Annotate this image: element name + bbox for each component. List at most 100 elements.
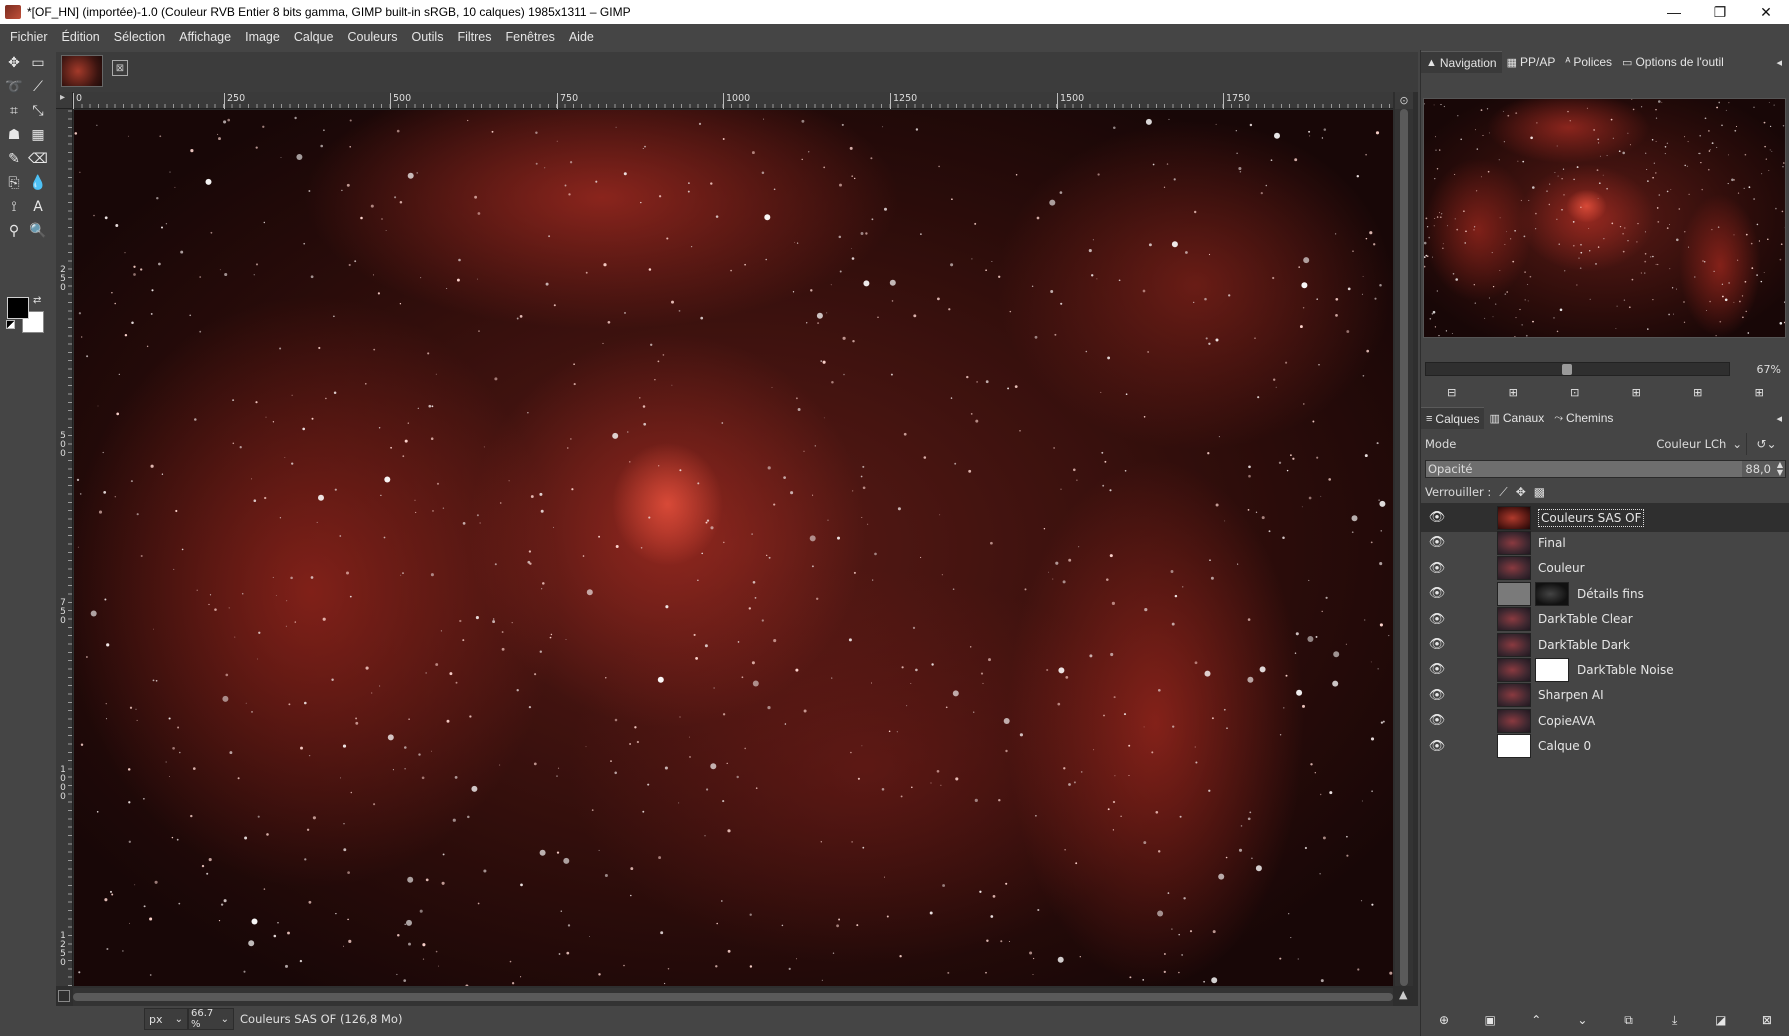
layer-name[interactable]: DarkTable Noise [1577, 663, 1674, 677]
close-image-tab-icon[interactable]: ⊠ [112, 60, 128, 76]
layer-thumbnail[interactable] [1497, 632, 1531, 657]
layer-name[interactable]: Couleurs SAS OF [1538, 508, 1645, 527]
foreground-color-swatch[interactable] [7, 297, 29, 319]
layer-name[interactable]: DarkTable Clear [1538, 612, 1633, 626]
gradient-tool-icon[interactable]: ▦ [27, 124, 49, 146]
zoom-tool-icon[interactable]: 🔍 [27, 220, 49, 242]
menu-couleurs[interactable]: Couleurs [340, 30, 404, 44]
transform-tool-icon[interactable]: ⤡ [27, 100, 49, 122]
layer-thumbnail[interactable] [1497, 657, 1531, 682]
swap-colors-icon[interactable]: ⇄ [33, 295, 41, 306]
new-layer-icon[interactable]: ⊕ [1434, 1010, 1454, 1030]
menu-aide[interactable]: Aide [562, 30, 601, 44]
layer-mask-thumbnail[interactable] [1535, 657, 1569, 682]
tab-calques[interactable]: ≡ Calques [1421, 407, 1485, 429]
eye-visibility-icon[interactable]: 👁 [1427, 586, 1447, 601]
link-toggle[interactable] [1457, 688, 1477, 702]
menu-affichage[interactable]: Affichage [172, 30, 238, 44]
duplicate-layer-icon[interactable]: ⧉ [1619, 1010, 1639, 1030]
navigation-preview[interactable] [1423, 98, 1786, 338]
layer-name[interactable]: Couleur [1538, 561, 1585, 575]
layer-thumbnail[interactable] [1497, 708, 1531, 733]
composite-mode-button[interactable]: ↺⌄ [1746, 433, 1786, 455]
rect-select-tool-icon[interactable]: ▭ [27, 52, 49, 74]
layer-thumbnail[interactable] [1497, 556, 1531, 581]
image-tab-thumbnail[interactable] [61, 55, 103, 87]
menu-selection[interactable]: Sélection [107, 30, 172, 44]
eye-visibility-icon[interactable]: 👁 [1427, 662, 1447, 677]
navigate-icon[interactable]: ▲ [1399, 988, 1407, 1001]
layer-thumbnail[interactable] [1497, 683, 1531, 708]
horizontal-ruler[interactable]: 0 250 500 750 1000 1250 1500 1750 [72, 92, 1393, 109]
layer-name[interactable]: Détails fins [1577, 587, 1644, 601]
menu-outils[interactable]: Outils [405, 30, 451, 44]
layer-name[interactable]: DarkTable Dark [1538, 638, 1630, 652]
paths-tool-icon[interactable]: ⟟ [3, 196, 25, 218]
horizontal-scrollbar[interactable] [73, 988, 1393, 1006]
zoom-select[interactable]: 66.7 % ⌄ [188, 1008, 234, 1030]
eye-visibility-icon[interactable]: 👁 [1427, 739, 1447, 754]
zoom-out-icon[interactable]: ⊟ [1443, 383, 1461, 401]
opacity-slider[interactable]: Opacité 88,0 ▲ ▼ [1425, 460, 1786, 478]
maximize-button[interactable]: ❐ [1697, 0, 1743, 24]
layer-row[interactable]: 👁 Calque 0 [1421, 732, 1789, 761]
layer-name[interactable]: Final [1538, 536, 1566, 550]
eye-visibility-icon[interactable]: 👁 [1427, 535, 1447, 550]
lock-position-icon[interactable]: ✥ [1516, 485, 1526, 499]
menu-fenetres[interactable]: Fenêtres [498, 30, 561, 44]
layer-mask-thumbnail[interactable] [1535, 581, 1569, 606]
link-toggle[interactable] [1457, 663, 1477, 677]
layer-thumbnail[interactable] [1497, 530, 1531, 555]
add-mask-icon[interactable]: ◪ [1711, 1010, 1731, 1030]
unit-select[interactable]: px ⌄ [144, 1008, 188, 1030]
lasso-tool-icon[interactable]: ➰ [3, 76, 25, 98]
layer-name[interactable]: CopieAVA [1538, 714, 1595, 728]
dock-menu-icon[interactable]: ◂ [1776, 412, 1782, 425]
fuzzy-select-tool-icon[interactable]: ⟋ [27, 76, 49, 98]
minimize-button[interactable]: — [1651, 0, 1697, 24]
merge-down-icon[interactable]: ⤓ [1665, 1010, 1685, 1030]
new-group-icon[interactable]: ▣ [1480, 1010, 1500, 1030]
image-canvas[interactable] [74, 110, 1393, 986]
zoom-slider-handle[interactable] [1561, 364, 1572, 375]
eye-visibility-icon[interactable]: 👁 [1427, 637, 1447, 652]
eye-visibility-icon[interactable]: 👁 [1427, 561, 1447, 576]
horizontal-scroll-thumb[interactable] [73, 993, 1393, 1001]
fit-image-icon[interactable]: ⊞ [1627, 383, 1645, 401]
tab-pp-ap[interactable]: ▦ PP/AP [1502, 51, 1561, 73]
tab-canaux[interactable]: ▥ Canaux [1484, 407, 1549, 429]
shrink-wrap-icon[interactable]: ⊞ [1750, 383, 1768, 401]
move-tool-icon[interactable]: ✥ [3, 52, 25, 74]
quick-mask-toggle[interactable] [58, 990, 70, 1002]
eye-visibility-icon[interactable]: 👁 [1427, 713, 1447, 728]
vertical-scroll-thumb[interactable] [1400, 109, 1408, 986]
paintbrush-tool-icon[interactable]: ✎ [3, 148, 25, 170]
layer-name[interactable]: Calque 0 [1538, 739, 1591, 753]
layer-name[interactable]: Sharpen AI [1538, 688, 1604, 702]
reset-colors-icon[interactable] [6, 320, 15, 329]
lock-pixels-icon[interactable]: ⟋ [1499, 485, 1507, 500]
layer-mode-select[interactable]: Couleur LCh ⌄ [1656, 433, 1746, 455]
warp-tool-icon[interactable]: ☗ [3, 124, 25, 146]
menu-fichier[interactable]: Fichier [3, 30, 55, 44]
raise-layer-icon[interactable]: ⌃ [1526, 1010, 1546, 1030]
link-toggle[interactable] [1457, 536, 1477, 550]
text-tool-icon[interactable]: A [27, 196, 49, 218]
menu-image[interactable]: Image [238, 30, 287, 44]
zoom-slider[interactable] [1425, 362, 1730, 376]
spin-arrows-icon[interactable]: ▲ ▼ [1777, 461, 1783, 477]
eye-visibility-icon[interactable]: 👁 [1427, 612, 1447, 627]
menu-filtres[interactable]: Filtres [450, 30, 498, 44]
layer-thumbnail[interactable] [1497, 505, 1531, 530]
link-toggle[interactable] [1457, 638, 1477, 652]
delete-layer-icon[interactable]: ⊠ [1757, 1010, 1777, 1030]
fill-window-icon[interactable]: ⊞ [1689, 383, 1707, 401]
link-toggle[interactable] [1457, 612, 1477, 626]
tab-tool-options[interactable]: ▭ Options de l'outil [1617, 51, 1729, 73]
tab-chemins[interactable]: ⤳ Chemins [1549, 407, 1618, 429]
smudge-tool-icon[interactable]: 💧 [27, 172, 49, 194]
tab-navigation[interactable]: ▲ Navigation [1421, 51, 1502, 73]
layer-thumbnail[interactable] [1497, 581, 1531, 606]
lock-alpha-icon[interactable]: ▩ [1534, 485, 1545, 499]
tab-polices[interactable]: ᴬ Polices [1560, 51, 1617, 73]
